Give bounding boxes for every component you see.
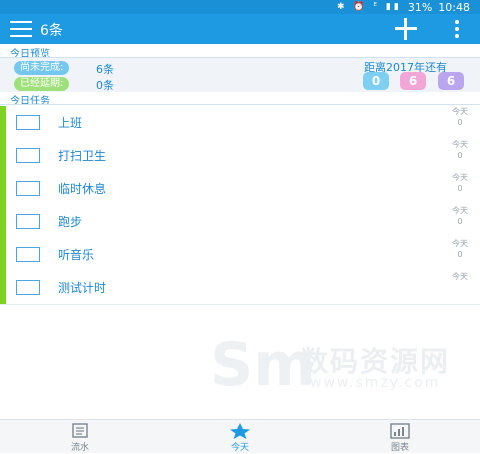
nav-label: 今天	[230, 443, 249, 453]
task-row[interactable]: 听音乐 今天 0	[0, 238, 480, 271]
task-status-bar	[0, 172, 6, 205]
task-name: 测试计时	[58, 281, 107, 295]
task-name: 临时休息	[58, 182, 107, 196]
add-task-button[interactable]	[395, 18, 417, 40]
more-options-icon[interactable]	[452, 18, 462, 40]
task-day: 今天 0	[452, 140, 468, 160]
nav-label: 流水	[70, 443, 89, 453]
task-name: 听音乐	[58, 248, 95, 262]
status-bar: ✱ ⏰ ᴱ ▮▮ 31% 10:48	[0, 0, 480, 14]
overdue-count: 0条	[96, 79, 114, 92]
task-checkbox[interactable]	[16, 280, 40, 295]
divider	[0, 104, 480, 105]
task-name: 跑步	[58, 215, 83, 229]
task-day: 今天 0	[452, 206, 468, 226]
bottom-navigation: 流水 今天 图表	[0, 419, 480, 453]
task-day: 今天 0	[452, 239, 468, 259]
clock: 10:48	[438, 0, 470, 14]
task-day: 今天 0	[452, 173, 468, 193]
task-day: 今天	[452, 272, 468, 281]
status-icons: ✱ ⏰ ᴱ ▮▮	[337, 2, 402, 12]
watermark-url: www.smzy.com	[310, 375, 441, 391]
nav-label: 图表	[390, 443, 409, 453]
task-status-bar	[0, 106, 6, 139]
task-row[interactable]: 临时休息 今天 0	[0, 172, 480, 205]
app-title: 6条	[40, 23, 63, 39]
battery-percent: 31%	[407, 0, 433, 14]
watermark-text: 数码资源网	[300, 345, 451, 378]
nav-tab-ledger[interactable]: 流水	[30, 420, 130, 454]
task-row[interactable]: 跑步 今天 0	[0, 205, 480, 238]
task-name: 打扫卫生	[58, 149, 107, 163]
countdown-digit: 0	[363, 72, 389, 90]
countdown-digit: 6	[400, 72, 426, 90]
task-checkbox[interactable]	[16, 115, 40, 130]
task-checkbox[interactable]	[16, 214, 40, 229]
task-name: 上班	[58, 116, 83, 130]
watermark-logo: Sm 数码资源网 www.smzy.com	[210, 330, 470, 400]
watermark-mark: Sm	[210, 330, 316, 400]
menu-icon[interactable]	[10, 20, 32, 38]
star-icon	[230, 423, 250, 439]
task-row[interactable]: 测试计时 今天	[0, 271, 480, 304]
divider	[0, 304, 480, 305]
task-status-bar	[0, 271, 6, 304]
ledger-icon	[72, 423, 88, 438]
task-status-bar	[0, 238, 6, 271]
nav-tab-chart[interactable]: 图表	[350, 420, 450, 454]
task-row[interactable]: 打扫卫生 今天 0	[0, 139, 480, 172]
task-checkbox[interactable]	[16, 247, 40, 262]
countdown-digit: 6	[438, 72, 464, 90]
app-bar: 6条	[0, 14, 480, 44]
task-day: 今天 0	[452, 107, 468, 127]
task-status-bar	[0, 205, 6, 238]
chart-icon	[390, 423, 410, 439]
task-checkbox[interactable]	[16, 148, 40, 163]
unfinished-pill: 尚未完成:	[14, 61, 70, 75]
overdue-pill: 已经延期:	[14, 77, 70, 91]
unfinished-count: 6条	[96, 63, 114, 76]
task-checkbox[interactable]	[16, 181, 40, 196]
task-status-bar	[0, 139, 6, 172]
task-row[interactable]: 上班 今天 0	[0, 106, 480, 139]
nav-tab-today[interactable]: 今天	[190, 420, 290, 454]
